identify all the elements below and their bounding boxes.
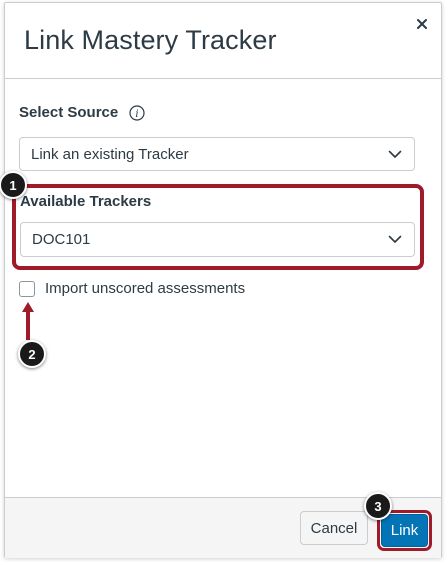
dialog-header: Link Mastery Tracker bbox=[5, 3, 441, 79]
dialog-title: Link Mastery Tracker bbox=[24, 25, 277, 55]
close-icon bbox=[417, 19, 427, 29]
import-unscored-label[interactable]: Import unscored assessments bbox=[45, 280, 245, 297]
select-source-label-row: Select Source i bbox=[19, 104, 145, 121]
link-button[interactable]: Link bbox=[381, 514, 428, 547]
info-icon[interactable]: i bbox=[129, 104, 145, 121]
close-button[interactable] bbox=[411, 13, 433, 35]
chevron-down-icon bbox=[388, 235, 402, 243]
available-trackers-label: Available Trackers bbox=[20, 193, 152, 210]
arrow-up-icon bbox=[22, 302, 34, 340]
import-unscored-row: Import unscored assessments bbox=[19, 280, 245, 297]
select-source-dropdown[interactable]: Link an existing Tracker bbox=[19, 137, 415, 171]
svg-text:i: i bbox=[136, 109, 139, 120]
available-trackers-value: DOC101 bbox=[32, 231, 91, 248]
step-badge-1: 1 bbox=[0, 171, 27, 199]
select-source-value: Link an existing Tracker bbox=[31, 145, 189, 163]
step-badge-3: 3 bbox=[364, 492, 392, 520]
available-trackers-dropdown[interactable]: DOC101 bbox=[20, 222, 415, 257]
cancel-button[interactable]: Cancel bbox=[300, 511, 368, 545]
step-badge-2: 2 bbox=[18, 340, 46, 368]
select-source-label: Select Source bbox=[19, 104, 119, 121]
chevron-down-icon bbox=[388, 150, 402, 158]
import-unscored-checkbox[interactable] bbox=[19, 280, 35, 297]
